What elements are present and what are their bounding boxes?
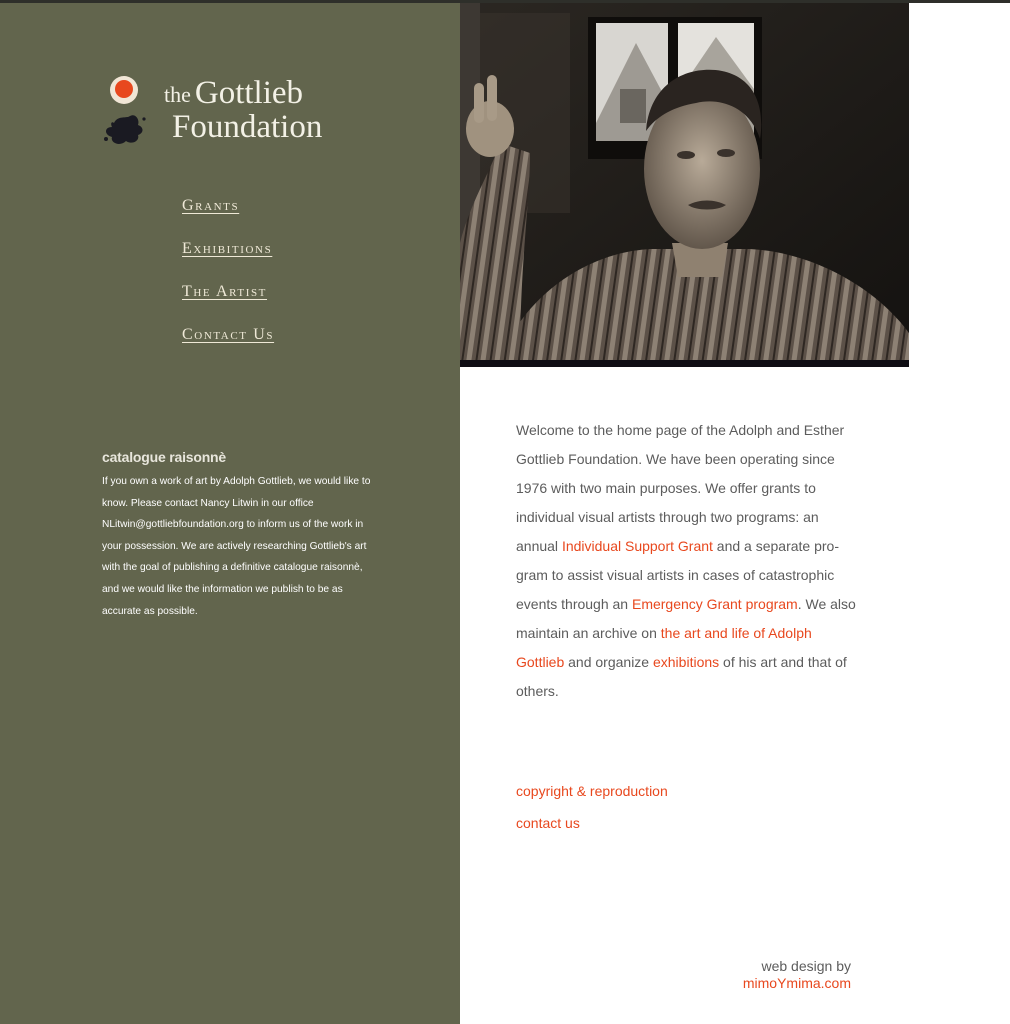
credit-label: web design by: [761, 958, 851, 974]
nav-link-grants[interactable]: Grants: [182, 197, 274, 240]
contact-us-link[interactable]: contact us: [516, 812, 668, 844]
individual-support-grant-link[interactable]: Individual Support Grant: [562, 538, 713, 554]
nav-link-the-artist[interactable]: The Artist: [182, 283, 274, 326]
logo-word-gottlieb: Gottlieb: [194, 75, 304, 111]
artist-portrait-photo: [460, 3, 909, 367]
welcome-intro-text: Welcome to the home page of the Adolph a…: [516, 416, 861, 706]
intro-text-1: Welcome to the home page of the Adolph a…: [516, 422, 845, 554]
web-design-credit: web design by mimoYmima.com: [743, 958, 851, 992]
catalogue-text: If you own a work of art by Adolph Gottl…: [102, 476, 371, 617]
catalogue-raisonne-section: catalogue raisonnè If you own a work of …: [102, 449, 372, 622]
sidebar: the Gottlieb Foundation Grants Exhibitio…: [0, 3, 460, 1024]
intro-text-4: and organize: [564, 654, 653, 670]
catalogue-heading: catalogue raisonnè: [102, 449, 226, 465]
portrait-image: [460, 3, 909, 367]
copyright-reproduction-link[interactable]: copyright & reproduction: [516, 780, 668, 812]
logo-wordmark: the Gottlieb Foundation: [164, 77, 322, 144]
nav-link-exhibitions[interactable]: Exhibitions: [182, 240, 274, 283]
logo-mark-icon: [104, 76, 146, 144]
main-nav: Grants Exhibitions The Artist Contact Us: [182, 197, 274, 369]
exhibitions-link[interactable]: exhibitions: [653, 654, 719, 670]
logo-word-foundation: Foundation: [172, 109, 323, 145]
nav-link-contact-us[interactable]: Contact Us: [182, 326, 274, 369]
logo-word-the: the: [164, 82, 191, 107]
designer-link[interactable]: mimoYmima.com: [743, 975, 851, 991]
foundation-logo[interactable]: the Gottlieb Foundation: [100, 73, 360, 163]
emergency-grant-link[interactable]: Emergency Grant program: [632, 596, 798, 612]
footer-links: copyright & reproduction contact us: [516, 780, 668, 844]
